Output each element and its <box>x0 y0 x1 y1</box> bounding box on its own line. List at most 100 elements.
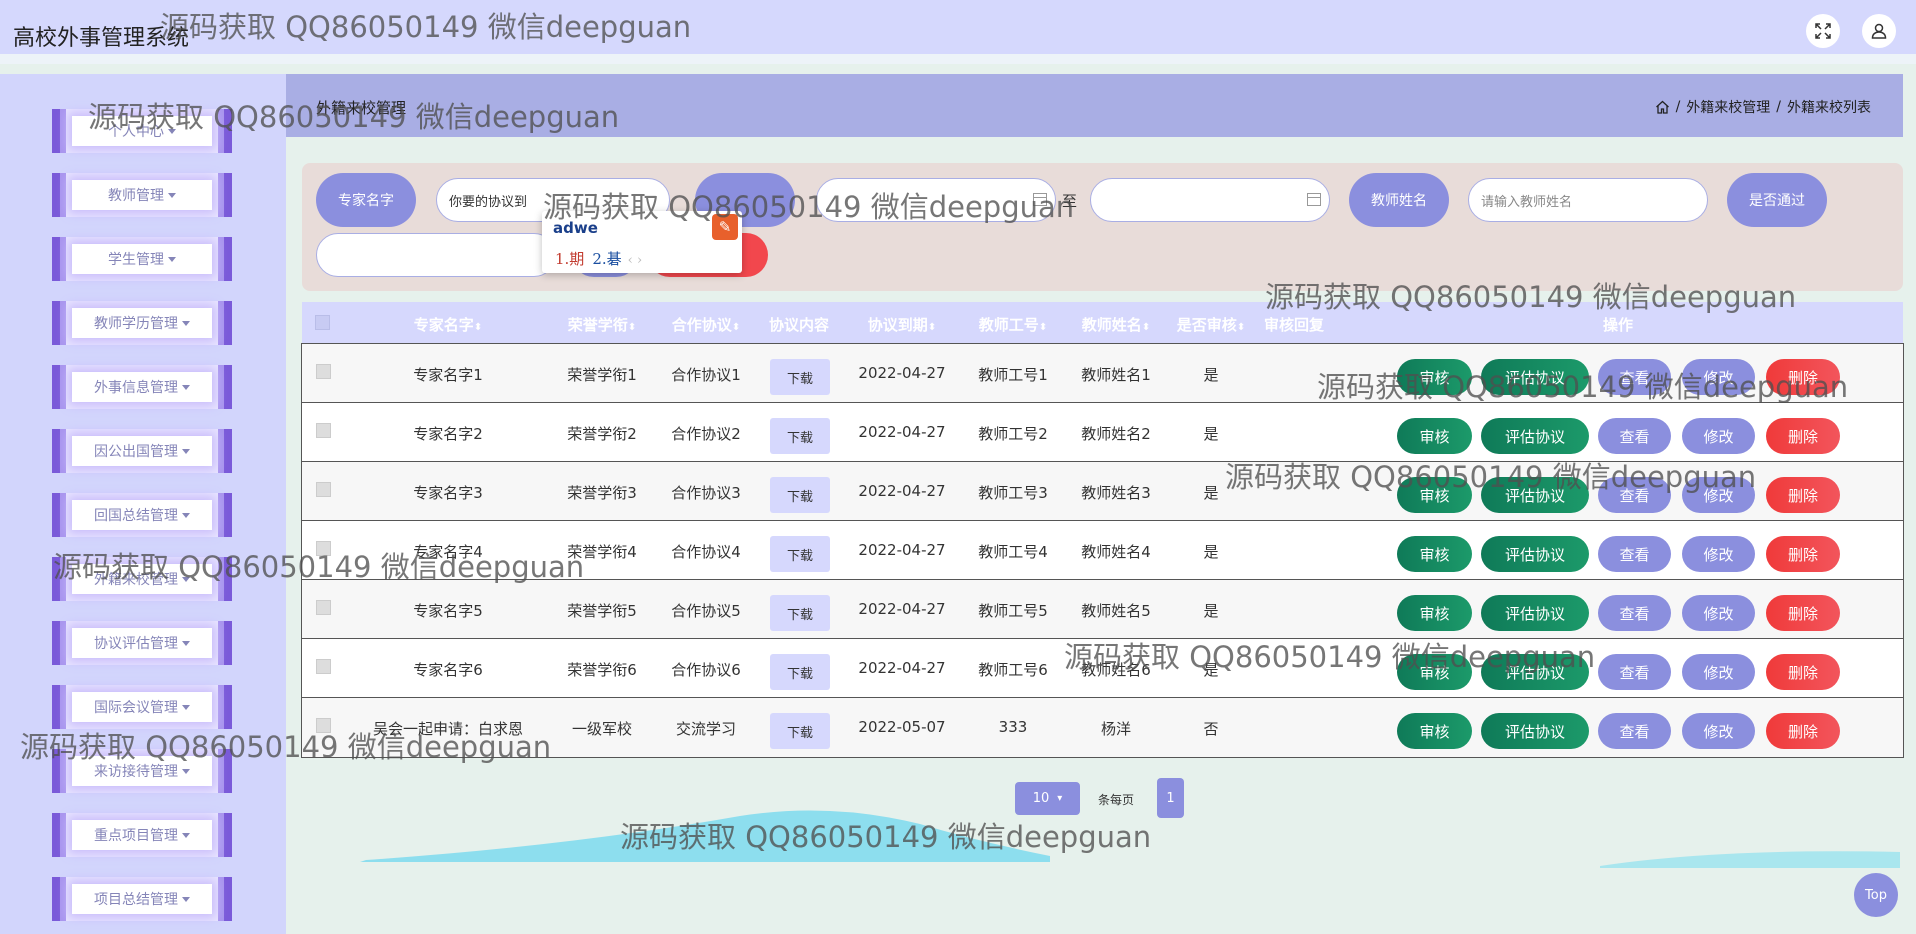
delete-button[interactable]: 删除 <box>1766 477 1840 513</box>
breadcrumb-item[interactable]: 外籍来校管理 <box>1686 97 1770 117</box>
sidebar-item-foreign-affairs-info[interactable]: 外事信息管理 <box>52 365 232 409</box>
audit-button[interactable]: 审核 <box>1397 418 1472 454</box>
view-button[interactable]: 查看 <box>1598 359 1671 395</box>
caret-down-icon <box>182 320 190 326</box>
breadcrumb-item: 外籍来校列表 <box>1787 100 1871 116</box>
page-number-button[interactable]: 1 <box>1157 778 1184 818</box>
row-checkbox[interactable] <box>316 482 331 497</box>
sidebar-item-return-summary[interactable]: 回国总结管理 <box>52 493 232 537</box>
sidebar-item-agreement-evaluation[interactable]: 协议评估管理 <box>52 621 232 665</box>
download-button[interactable]: 下载 <box>770 418 830 454</box>
sidebar-item-teachers[interactable]: 教师管理 <box>52 173 232 217</box>
cell-audited: 是 <box>1203 602 1219 620</box>
evaluate-button[interactable]: 评估协议 <box>1481 418 1589 454</box>
edit-button[interactable]: 修改 <box>1682 713 1755 749</box>
cell-teacher-no: 教师工号1 <box>978 366 1048 384</box>
download-button[interactable]: 下载 <box>770 713 830 749</box>
sidebar-item-official-abroad[interactable]: 因公出国管理 <box>52 429 232 473</box>
date-start-input[interactable] <box>816 178 1056 222</box>
delete-button[interactable]: 删除 <box>1766 654 1840 690</box>
view-button[interactable]: 查看 <box>1598 713 1671 749</box>
column-header[interactable]: 荣誉学衔⬍ <box>568 314 636 335</box>
caret-down-icon <box>182 576 190 582</box>
evaluate-button[interactable]: 评估协议 <box>1481 654 1589 690</box>
sidebar-item-students[interactable]: 学生管理 <box>52 237 232 281</box>
app-title: 高校外事管理系统 <box>13 26 190 51</box>
edit-button[interactable]: 修改 <box>1682 654 1755 690</box>
sidebar-item-visitor-reception[interactable]: 来访接待管理 <box>52 749 232 793</box>
view-button[interactable]: 查看 <box>1598 595 1671 631</box>
page-size-select[interactable]: 10 ▾ <box>1015 782 1080 815</box>
delete-button[interactable]: 删除 <box>1766 713 1840 749</box>
sidebar-item-label: 教师学历管理 <box>94 316 178 332</box>
view-button[interactable]: 查看 <box>1598 654 1671 690</box>
edit-button[interactable]: 修改 <box>1682 359 1755 395</box>
download-button[interactable]: 下载 <box>770 536 830 572</box>
row-checkbox[interactable] <box>316 423 331 438</box>
approved-select[interactable] <box>316 233 556 277</box>
audit-button[interactable]: 审核 <box>1397 477 1472 513</box>
edit-button[interactable]: 修改 <box>1682 477 1755 513</box>
evaluate-button[interactable]: 评估协议 <box>1481 477 1589 513</box>
row-checkbox[interactable] <box>316 659 331 674</box>
download-button[interactable]: 下载 <box>770 477 830 513</box>
delete-button[interactable]: 删除 <box>1766 595 1840 631</box>
column-header[interactable]: 合作协议⬍ <box>672 314 740 335</box>
audit-button[interactable]: 审核 <box>1397 536 1472 572</box>
edit-button[interactable]: 修改 <box>1682 418 1755 454</box>
cell-honor-title: 荣誉学衔3 <box>567 484 637 502</box>
sidebar-item-foreign-visits[interactable]: 外籍来校管理 <box>52 557 232 601</box>
evaluate-button[interactable]: 评估协议 <box>1481 595 1589 631</box>
sidebar-item-teacher-education[interactable]: 教师学历管理 <box>52 301 232 345</box>
cell-agreement: 合作协议2 <box>671 425 741 443</box>
evaluate-button[interactable]: 评估协议 <box>1481 536 1589 572</box>
ime-candidate[interactable]: 1.期 <box>555 250 584 268</box>
download-button[interactable]: 下载 <box>770 595 830 631</box>
fullscreen-icon[interactable] <box>1806 14 1840 48</box>
cell-due-date: 2022-04-27 <box>858 600 946 618</box>
edit-button[interactable]: 修改 <box>1682 595 1755 631</box>
sidebar-item-key-projects[interactable]: 重点项目管理 <box>52 813 232 857</box>
download-button[interactable]: 下载 <box>770 654 830 690</box>
row-checkbox[interactable] <box>316 364 331 379</box>
cell-honor-title: 荣誉学衔4 <box>567 543 637 561</box>
column-header[interactable]: 协议到期⬍ <box>868 314 936 335</box>
home-icon[interactable] <box>1655 100 1670 114</box>
view-button[interactable]: 查看 <box>1598 536 1671 572</box>
ime-page-arrows[interactable]: ‹ › <box>628 253 643 268</box>
audit-button[interactable]: 审核 <box>1397 595 1472 631</box>
column-header[interactable]: 教师姓名⬍ <box>1082 314 1150 335</box>
column-header[interactable]: 专家名字⬍ <box>414 314 482 335</box>
delete-button[interactable]: 删除 <box>1766 418 1840 454</box>
ime-candidate[interactable]: 2.碁 <box>592 250 621 268</box>
evaluate-button[interactable]: 评估协议 <box>1481 359 1589 395</box>
teacher-name-input[interactable]: 请输入教师姓名 <box>1468 178 1708 222</box>
row-checkbox[interactable] <box>316 541 331 556</box>
row-checkbox[interactable] <box>316 600 331 615</box>
cell-agreement: 合作协议3 <box>671 484 741 502</box>
audit-button[interactable]: 审核 <box>1397 654 1472 690</box>
user-icon[interactable] <box>1862 14 1896 48</box>
column-header[interactable]: 是否审核⬍ <box>1177 314 1245 335</box>
evaluate-button[interactable]: 评估协议 <box>1481 713 1589 749</box>
view-button[interactable]: 查看 <box>1598 418 1671 454</box>
caret-down-icon <box>182 704 190 710</box>
select-all-checkbox[interactable] <box>315 315 330 330</box>
table-row: 专家名字1 荣誉学衔1 合作协议1 下载 2022-04-27 教师工号1 教师… <box>302 344 1903 403</box>
row-checkbox[interactable] <box>316 718 331 733</box>
cell-honor-title: 荣誉学衔6 <box>567 661 637 679</box>
audit-button[interactable]: 审核 <box>1397 713 1472 749</box>
sidebar-item-project-summary[interactable]: 项目总结管理 <box>52 877 232 921</box>
cell-due-date: 2022-05-07 <box>858 718 946 736</box>
back-to-top-button[interactable]: Top <box>1854 873 1898 917</box>
sidebar-item-personal-center[interactable]: 个人中心 <box>52 109 232 153</box>
download-button[interactable]: 下载 <box>770 359 830 395</box>
sidebar-item-international-conference[interactable]: 国际会议管理 <box>52 685 232 729</box>
date-end-input[interactable] <box>1090 178 1330 222</box>
delete-button[interactable]: 删除 <box>1766 359 1840 395</box>
audit-button[interactable]: 审核 <box>1397 359 1472 395</box>
delete-button[interactable]: 删除 <box>1766 536 1840 572</box>
view-button[interactable]: 查看 <box>1598 477 1671 513</box>
column-header[interactable]: 教师工号⬍ <box>979 314 1047 335</box>
edit-button[interactable]: 修改 <box>1682 536 1755 572</box>
